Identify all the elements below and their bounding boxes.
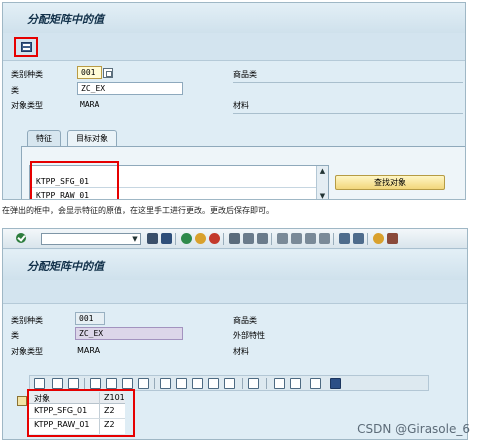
insert-row-icon[interactable] bbox=[52, 378, 63, 389]
class-type-field: 001 bbox=[75, 312, 105, 325]
toolbar-separator bbox=[271, 233, 272, 245]
matrix-values-icon bbox=[21, 42, 32, 52]
highlighted-toolbar-button[interactable] bbox=[14, 37, 38, 57]
print-preview-icon[interactable] bbox=[274, 378, 285, 389]
toolbar-separator bbox=[175, 233, 176, 245]
object-type-value: MARA bbox=[77, 346, 101, 355]
shortcut-icon[interactable] bbox=[353, 233, 364, 244]
chevron-down-icon[interactable]: ▼ bbox=[130, 234, 140, 244]
sap-screen-values-edit: ▼ 分配矩阵中的值 类别种类 001 商品类 类 ZC_EX 外部特性 对象类型… bbox=[2, 228, 468, 440]
find-objects-button[interactable]: 查找对象 bbox=[335, 175, 445, 190]
tab-target-objects[interactable]: 目标对象 bbox=[67, 130, 117, 146]
toolbar-separator bbox=[84, 378, 85, 389]
info-icon[interactable] bbox=[330, 378, 341, 389]
caption-text: 在弹出的框中，会显示特征的原值，在这里手工进行更改。更改后保存即可。 bbox=[2, 206, 274, 215]
class-type-description: 商品类 bbox=[233, 316, 257, 325]
toolbar-separator bbox=[242, 378, 243, 389]
object-type-value: MARA bbox=[80, 100, 100, 109]
screen-title: 分配矩阵中的值 bbox=[27, 260, 104, 273]
scroll-down-icon[interactable]: ▼ bbox=[318, 192, 327, 199]
object-type-description: 材料 bbox=[233, 101, 249, 110]
sort-ascending-icon[interactable] bbox=[160, 378, 171, 389]
find-icon[interactable] bbox=[192, 378, 203, 389]
class-type-field[interactable]: 001 bbox=[77, 66, 102, 79]
command-field[interactable] bbox=[41, 233, 141, 245]
exit-icon[interactable] bbox=[195, 233, 206, 244]
toolbar-separator bbox=[266, 378, 267, 389]
next-page-icon[interactable] bbox=[305, 233, 316, 244]
select-all-icon[interactable] bbox=[17, 396, 27, 406]
refresh-icon[interactable] bbox=[68, 378, 79, 389]
class-description: 外部特性 bbox=[233, 331, 265, 340]
print-icon[interactable] bbox=[229, 233, 240, 244]
class-description: 商品类 bbox=[233, 70, 257, 79]
layout-menu-icon[interactable] bbox=[387, 233, 398, 244]
toolbar-separator bbox=[367, 233, 368, 245]
system-toolbar: ▼ bbox=[3, 229, 467, 249]
new-session-icon[interactable] bbox=[339, 233, 350, 244]
find-next-icon[interactable] bbox=[208, 378, 219, 389]
cancel-icon[interactable] bbox=[209, 233, 220, 244]
back-icon[interactable] bbox=[181, 233, 192, 244]
highlight-box bbox=[27, 389, 135, 437]
object-type-label: 对象类型 bbox=[11, 101, 43, 110]
screen-title: 分配矩阵中的值 bbox=[27, 13, 104, 26]
toolbar-separator bbox=[154, 378, 155, 389]
paste-icon[interactable] bbox=[122, 378, 133, 389]
toolbar-separator bbox=[223, 233, 224, 245]
title-bar: 分配矩阵中的值 bbox=[3, 250, 467, 280]
underline bbox=[233, 82, 463, 83]
toolbar-separator bbox=[333, 233, 334, 245]
scroll-up-icon[interactable]: ▲ bbox=[318, 167, 327, 176]
save-icon[interactable] bbox=[161, 233, 172, 244]
class-field: ZC_EX bbox=[75, 327, 183, 340]
details-icon[interactable] bbox=[34, 378, 45, 389]
class-type-label: 类别种类 bbox=[11, 70, 43, 79]
underline bbox=[233, 113, 463, 114]
last-page-icon[interactable] bbox=[319, 233, 330, 244]
enter-check-icon[interactable] bbox=[16, 233, 26, 243]
class-label: 类 bbox=[11, 331, 19, 340]
sum-icon[interactable] bbox=[248, 378, 259, 389]
back-arrow-icon[interactable] bbox=[147, 233, 158, 244]
filter-icon[interactable] bbox=[224, 378, 235, 389]
sort-descending-icon[interactable] bbox=[176, 378, 187, 389]
layout-icon[interactable] bbox=[310, 378, 321, 389]
export-icon[interactable] bbox=[290, 378, 301, 389]
highlight-box bbox=[30, 161, 119, 199]
object-type-label: 对象类型 bbox=[11, 347, 43, 356]
find-icon[interactable] bbox=[243, 233, 254, 244]
object-type-description: 材料 bbox=[233, 347, 249, 356]
undo-icon[interactable] bbox=[138, 378, 149, 389]
help-icon[interactable] bbox=[373, 233, 384, 244]
previous-page-icon[interactable] bbox=[291, 233, 302, 244]
copy-icon[interactable] bbox=[106, 378, 117, 389]
class-field[interactable]: ZC_EX bbox=[77, 82, 183, 95]
application-toolbar bbox=[3, 280, 467, 304]
class-label: 类 bbox=[11, 86, 19, 95]
application-toolbar bbox=[3, 33, 465, 61]
value-help-icon[interactable] bbox=[103, 68, 113, 78]
vertical-scrollbar[interactable]: ▲ ▼ bbox=[316, 166, 328, 199]
watermark: CSDN @Girasole_6 bbox=[357, 422, 470, 436]
find-next-icon[interactable] bbox=[257, 233, 268, 244]
cut-icon[interactable] bbox=[90, 378, 101, 389]
first-page-icon[interactable] bbox=[277, 233, 288, 244]
sap-screen-class-assignment: 分配矩阵中的值 类别种类 001 类 ZC_EX 商品类 对象类型 MARA 材… bbox=[2, 2, 466, 200]
tab-characteristics[interactable]: 特征 bbox=[27, 130, 61, 146]
title-bar: 分配矩阵中的值 bbox=[3, 3, 465, 33]
class-type-label: 类别种类 bbox=[11, 316, 43, 325]
